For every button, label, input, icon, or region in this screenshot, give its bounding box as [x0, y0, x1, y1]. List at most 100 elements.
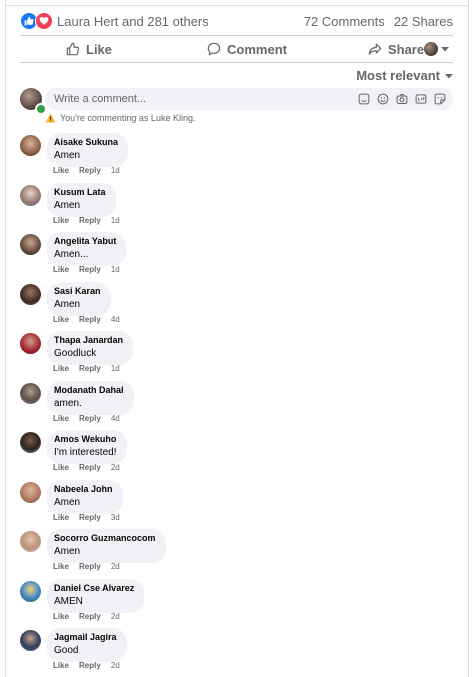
comment-timestamp[interactable]: 4d	[111, 414, 120, 423]
commenter-avatar[interactable]	[20, 284, 41, 305]
comment-like-link[interactable]: Like	[53, 216, 69, 225]
comment-like-link[interactable]: Like	[53, 364, 69, 373]
comment-item: Socorro Guzmancocom Amen Like Reply 2d	[20, 529, 460, 575]
commenter-name[interactable]: Socorro Guzmancocom	[54, 533, 156, 544]
comment-text: I'm interested!	[54, 447, 117, 458]
comment-timestamp[interactable]: 1d	[111, 216, 120, 225]
comment-timestamp[interactable]: 2d	[111, 562, 120, 571]
comment-like-link[interactable]: Like	[53, 513, 69, 522]
reaction-icons[interactable]	[20, 12, 53, 30]
comment-timestamp[interactable]: 2d	[111, 661, 120, 670]
commenter-name[interactable]: Kusum Lata	[54, 187, 106, 198]
commenter-avatar[interactable]	[20, 383, 41, 404]
shares-count[interactable]: 22 Shares	[394, 14, 453, 29]
share-button-label: Share	[387, 41, 425, 57]
commenter-name[interactable]: Daniel Cse Alvarez	[54, 583, 134, 594]
commenter-avatar[interactable]	[20, 234, 41, 255]
comment-like-link[interactable]: Like	[53, 661, 69, 670]
comment-reply-link[interactable]: Reply	[79, 513, 101, 522]
commenter-avatar[interactable]	[20, 482, 41, 503]
comment-reply-link[interactable]: Reply	[79, 463, 101, 472]
comment-bubble: Jagmail Jagira Good	[47, 628, 127, 662]
comment-bubble: Amos Wekuho I'm interested!	[47, 430, 127, 464]
comment-timestamp[interactable]: 1d	[111, 265, 120, 274]
commenter-avatar[interactable]	[20, 630, 41, 651]
emoji-icon[interactable]	[377, 93, 389, 105]
comment-reply-link[interactable]: Reply	[79, 216, 101, 225]
caret-down-icon	[441, 47, 450, 52]
commenter-name[interactable]: Modanath Dahal	[54, 385, 124, 396]
commenter-avatar[interactable]	[20, 185, 41, 206]
comment-like-link[interactable]: Like	[53, 265, 69, 274]
comment-reply-link[interactable]: Reply	[79, 562, 101, 571]
thumbs-up-icon	[66, 42, 80, 56]
comment-like-link[interactable]: Like	[53, 414, 69, 423]
commenting-as-notice: You're commenting as Luke Kling.	[45, 113, 195, 123]
comment-timestamp[interactable]: 3d	[111, 513, 120, 522]
comment-input[interactable]	[45, 92, 346, 106]
commenter-avatar[interactable]	[20, 333, 41, 354]
commenter-name[interactable]: Nabeela John	[54, 484, 113, 495]
comment-reply-link[interactable]: Reply	[79, 315, 101, 324]
share-arrow-icon	[368, 43, 382, 55]
commenter-avatar[interactable]	[20, 432, 41, 453]
caret-down-icon	[445, 73, 453, 78]
comment-text: Amen	[54, 497, 81, 508]
comment-like-link[interactable]: Like	[53, 612, 69, 621]
commenter-name[interactable]: Sasi Karan	[54, 286, 101, 297]
comment-item: Modanath Dahal amen. Like Reply 4d	[20, 381, 460, 427]
action-bar: Like Comment Share	[20, 37, 453, 61]
commenter-avatar[interactable]	[20, 581, 41, 602]
comment-item: Daniel Cse Alvarez AMEN Like Reply 2d	[20, 579, 460, 625]
comments-count[interactable]: 72 Comments	[304, 14, 385, 29]
comment-like-link[interactable]: Like	[53, 562, 69, 571]
comment-timestamp[interactable]: 1d	[111, 166, 120, 175]
gif-icon[interactable]	[415, 93, 427, 105]
commenter-avatar[interactable]	[20, 531, 41, 552]
commenter-name[interactable]: Aisake Sukuna	[54, 137, 118, 148]
comment-reply-link[interactable]: Reply	[79, 661, 101, 670]
comment-text: Amen	[54, 546, 81, 557]
like-button[interactable]: Like	[66, 42, 112, 57]
comment-timestamp[interactable]: 2d	[111, 612, 120, 621]
comment-reply-link[interactable]: Reply	[79, 265, 101, 274]
sort-dropdown[interactable]: Most relevant	[356, 68, 453, 83]
comment-item: Kusum Lata Amen Like Reply 1d	[20, 183, 460, 229]
gif-sticker-icon[interactable]	[358, 93, 370, 105]
comment-item: Sasi Karan Amen Like Reply 4d	[20, 282, 460, 328]
camera-icon[interactable]	[396, 93, 408, 105]
comment-timestamp[interactable]: 4d	[111, 315, 120, 324]
comment-timestamp[interactable]: 2d	[111, 463, 120, 472]
sort-label: Most relevant	[356, 68, 440, 83]
comment-item: Jagmail Jagira Good Like Reply 2d	[20, 628, 460, 674]
comment-button-label: Comment	[227, 41, 287, 57]
commenter-name[interactable]: Jagmail Jagira	[54, 632, 117, 643]
sticker-icon[interactable]	[434, 93, 446, 105]
comment-reply-link[interactable]: Reply	[79, 414, 101, 423]
comment-like-link[interactable]: Like	[53, 463, 69, 472]
comment-bubble: Socorro Guzmancocom Amen	[47, 529, 166, 563]
commenter-avatar[interactable]	[20, 135, 41, 156]
comment-text: Good	[54, 645, 79, 656]
comment-like-link[interactable]: Like	[53, 166, 69, 175]
comment-bubble-icon	[207, 42, 221, 56]
commenter-name[interactable]: Amos Wekuho	[54, 434, 117, 445]
commenter-name[interactable]: Thapa Janardan	[54, 335, 123, 346]
comment-reply-link[interactable]: Reply	[79, 612, 101, 621]
post-as-selector[interactable]	[424, 42, 450, 56]
comment-reply-link[interactable]: Reply	[79, 364, 101, 373]
comment-bubble: Aisake Sukuna Amen	[47, 133, 129, 167]
comment-button[interactable]: Comment	[207, 42, 287, 57]
commenting-as-text: You're commenting as Luke Kling.	[60, 113, 196, 123]
comment-reply-link[interactable]: Reply	[79, 166, 101, 175]
comment-bubble: Kusum Lata Amen	[47, 183, 116, 217]
comment-like-link[interactable]: Like	[53, 315, 69, 324]
comment-item: Amos Wekuho I'm interested! Like Reply 2…	[20, 430, 460, 476]
comment-item: Aisake Sukuna Amen Like Reply 1d	[20, 133, 460, 179]
share-button[interactable]: Share	[368, 42, 424, 57]
actions-divider-bottom	[20, 62, 453, 63]
commenter-name[interactable]: Angelita Yabut	[54, 236, 116, 247]
comment-timestamp[interactable]: 1d	[111, 364, 120, 373]
reactors-text[interactable]: Laura Hert and 281 others	[57, 14, 209, 29]
comment-text: AMEN	[54, 596, 83, 607]
